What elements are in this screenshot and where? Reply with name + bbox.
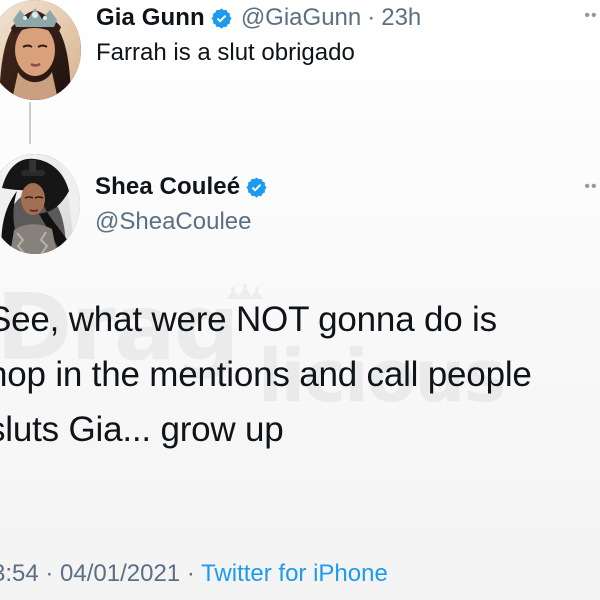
meta-separator: · (186, 560, 195, 587)
shea-coulee-avatar[interactable] (0, 154, 80, 254)
parent-tweet-header: Gia Gunn @GiaGunn · 23h (96, 3, 421, 33)
parent-tweet-text: Farrah is a slut obrigado (96, 39, 355, 66)
parent-tweet-time[interactable]: 23h (381, 6, 421, 30)
gia-gunn-avatar[interactable] (0, 0, 81, 100)
gia-gunn-name[interactable]: Gia Gunn (96, 6, 205, 30)
thread-connector-line (29, 102, 31, 144)
verified-badge-icon (245, 176, 268, 199)
tweet-screenshot: Gia Gunn @GiaGunn · 23h Farrah is a slut… (0, 0, 600, 600)
gia-gunn-handle[interactable]: @GiaGunn (241, 6, 361, 30)
more-options-icon[interactable]: •• (579, 4, 600, 28)
tweet-meta: 3:54 · 04/01/2021 · Twitter for iPhone (0, 562, 388, 586)
verified-badge-icon (210, 7, 233, 30)
shea-coulee-avatar-image (0, 154, 80, 254)
separator-dot: · (367, 4, 376, 31)
tweet-source-link[interactable]: Twitter for iPhone (201, 560, 388, 587)
shea-coulee-handle[interactable]: @SheaCoulee (95, 210, 251, 234)
tweet-timestamp[interactable]: 3:54 · 04/01/2021 (0, 560, 180, 587)
main-tweet-header: Shea Couleé (95, 171, 268, 203)
gia-gunn-avatar-image (0, 0, 81, 100)
shea-coulee-name[interactable]: Shea Couleé (95, 175, 240, 199)
more-options-icon[interactable]: •• (579, 175, 600, 199)
main-tweet-text: See, what were NOT gonna do is hop in th… (0, 300, 532, 449)
